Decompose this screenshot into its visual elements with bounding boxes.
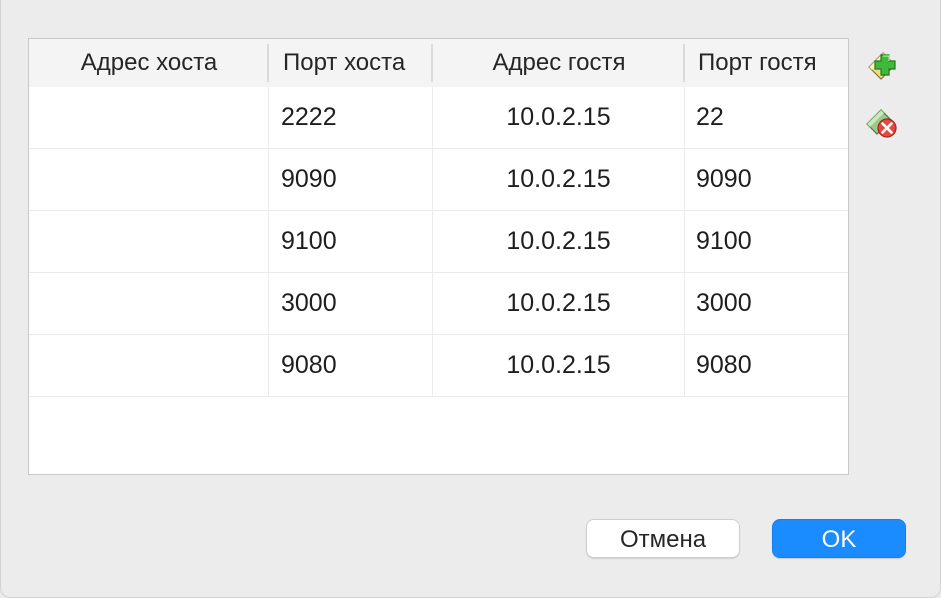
port-forwarding-table[interactable]: Адрес хоста Порт хоста Адрес гостя Порт …: [28, 38, 849, 475]
add-rule-icon: [868, 52, 896, 80]
cell-host-port[interactable]: 9100: [269, 211, 433, 272]
table-header: Адрес хоста Порт хоста Адрес гостя Порт …: [29, 39, 848, 87]
add-rule-button[interactable]: [863, 45, 901, 83]
remove-rule-button[interactable]: [863, 104, 901, 142]
column-header-label: Порт гостя: [698, 49, 817, 76]
column-header-guest-port[interactable]: Порт гостя: [685, 39, 848, 87]
cell-host-port[interactable]: 9080: [269, 335, 433, 396]
cell-host-port[interactable]: 3000: [269, 273, 433, 334]
column-header-host-address[interactable]: Адрес хоста: [29, 39, 269, 87]
cell-guest-address[interactable]: 10.0.2.15: [433, 211, 685, 272]
table-row[interactable]: 9100 10.0.2.15 9100: [29, 211, 848, 273]
port-forwarding-dialog: Адрес хоста Порт хоста Адрес гостя Порт …: [0, 0, 941, 598]
remove-rule-icon: [866, 109, 897, 138]
table-body: 2222 10.0.2.15 22 9090 10.0.2.15 9090 91…: [29, 87, 848, 397]
table-row[interactable]: 2222 10.0.2.15 22: [29, 87, 848, 149]
cell-host-address[interactable]: [29, 211, 269, 272]
cell-guest-address[interactable]: 10.0.2.15: [433, 335, 685, 396]
cell-host-address[interactable]: [29, 335, 269, 396]
table-row[interactable]: 9090 10.0.2.15 9090: [29, 149, 848, 211]
column-header-label: Адрес гостя: [492, 49, 626, 76]
column-header-label: Адрес хоста: [80, 49, 218, 76]
cell-host-address[interactable]: [29, 273, 269, 334]
cell-host-address[interactable]: [29, 87, 269, 148]
cell-host-address[interactable]: [29, 149, 269, 210]
cell-guest-port[interactable]: 9100: [685, 211, 848, 272]
column-header-guest-address[interactable]: Адрес гостя: [433, 39, 685, 87]
column-header-label: Порт хоста: [283, 49, 406, 76]
cell-guest-address[interactable]: 10.0.2.15: [433, 149, 685, 210]
cell-guest-port[interactable]: 22: [685, 87, 848, 148]
cell-guest-port[interactable]: 3000: [685, 273, 848, 334]
ok-button[interactable]: OK: [772, 519, 906, 558]
table-row[interactable]: 9080 10.0.2.15 9080: [29, 335, 848, 397]
cell-guest-port[interactable]: 9090: [685, 149, 848, 210]
table-row[interactable]: 3000 10.0.2.15 3000: [29, 273, 848, 335]
column-header-host-port[interactable]: Порт хоста: [269, 39, 433, 87]
cancel-button[interactable]: Отмена: [586, 519, 740, 558]
cell-guest-port[interactable]: 9080: [685, 335, 848, 396]
cell-guest-address[interactable]: 10.0.2.15: [433, 87, 685, 148]
cell-host-port[interactable]: 2222: [269, 87, 433, 148]
cell-guest-address[interactable]: 10.0.2.15: [433, 273, 685, 334]
cell-host-port[interactable]: 9090: [269, 149, 433, 210]
